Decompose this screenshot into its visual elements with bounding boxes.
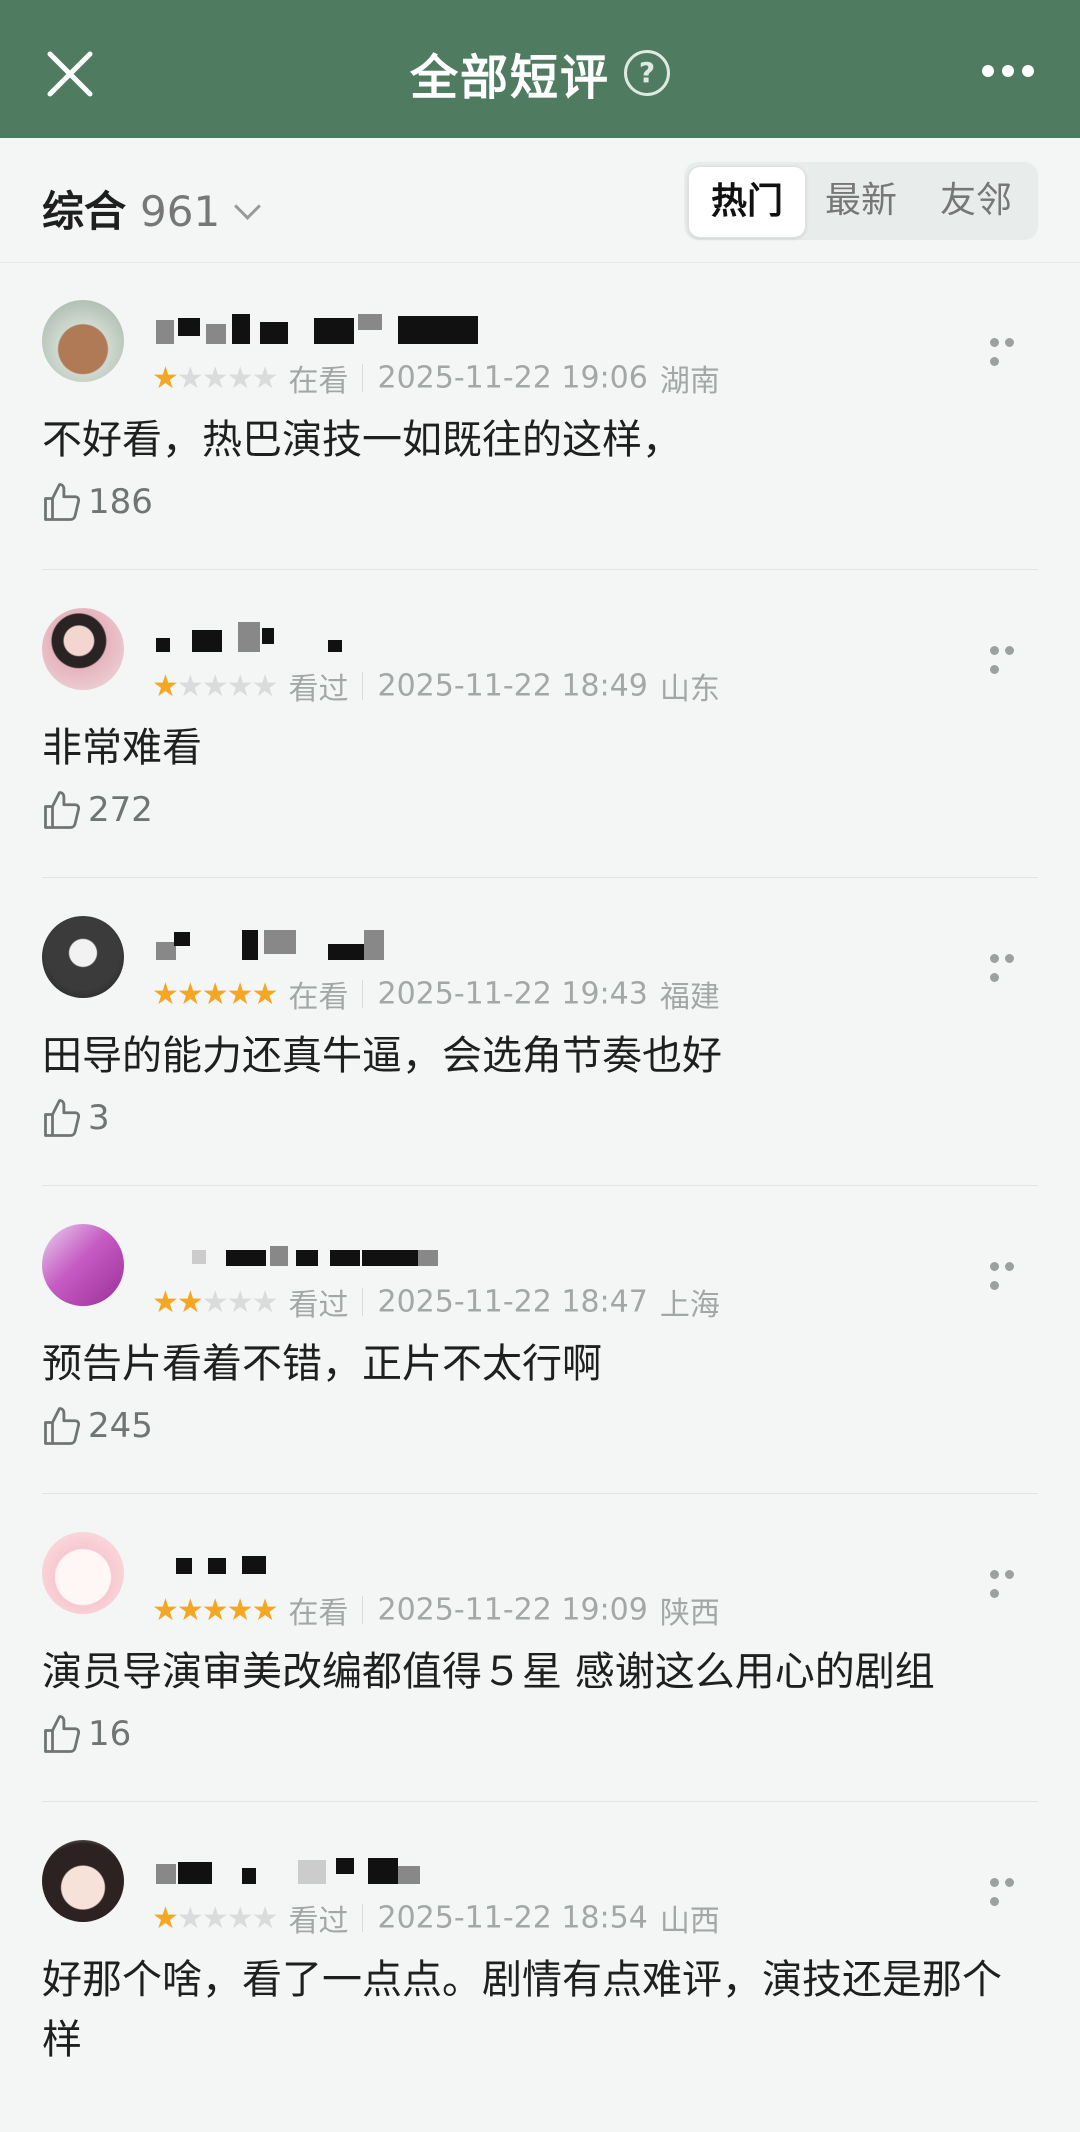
review-item: ★★★★★ 在看 2025-11-22 19:06 湖南 不好看，热巴演技一如既往的这… xyxy=(0,262,1080,570)
review-datetime: 2025-11-22 18:49 xyxy=(377,668,648,704)
rating-stars: ★★★★★ xyxy=(152,668,278,704)
more-icon[interactable] xyxy=(990,948,1034,982)
thumb-up-icon xyxy=(44,1714,81,1753)
like-button[interactable]: 16 xyxy=(42,1712,131,1760)
review-meta: ★★★★★ 在看 2025-11-22 19:43 福建 xyxy=(152,972,720,1016)
rating-stars: ★★★★★ xyxy=(152,1900,278,1936)
review-datetime: 2025-11-22 19:06 xyxy=(377,360,648,396)
like-count: 272 xyxy=(88,789,153,830)
page-title: 全部短评 xyxy=(409,50,610,106)
review-content: 不好看，热巴演技一如既往的这样， xyxy=(42,417,682,463)
review-region: 上海 xyxy=(659,1288,720,1323)
review-item: ★★★★★ 看过 2025-11-22 18:54 山西 好那个啥，看了一点点。剧情有… xyxy=(0,1802,1080,2132)
chevron-down-icon xyxy=(234,193,262,220)
review-content: 非常难看 xyxy=(42,725,202,771)
review-item: ★★★★★ 在看 2025-11-22 19:09 陕西 演员导演审美改编都值得５星 … xyxy=(0,1494,1080,1802)
avatar[interactable] xyxy=(42,1532,124,1614)
review-content: 田导的能力还真牛逼，会选角节奏也好 xyxy=(42,1033,722,1079)
review-item: ★★★★★ 看过 2025-11-22 18:49 山东 非常难看 272 xyxy=(0,570,1080,878)
review-content: 好那个啥，看了一点点。剧情有点难评，演技还是那个样 xyxy=(42,1957,1002,2063)
more-icon[interactable] xyxy=(990,1872,1034,1906)
tab-hot[interactable]: 热门 xyxy=(688,166,806,238)
tab-friends[interactable]: 友邻 xyxy=(918,166,1034,236)
sort-label: 综合 xyxy=(42,187,127,236)
review-count: 961 xyxy=(140,187,221,236)
like-button[interactable]: 272 xyxy=(42,788,153,836)
review-meta: ★★★★★ 在看 2025-11-22 19:06 湖南 xyxy=(152,356,720,400)
username-redacted[interactable] xyxy=(152,1234,492,1270)
username-redacted[interactable] xyxy=(152,1850,492,1886)
review-datetime: 2025-11-22 19:43 xyxy=(377,976,648,1012)
review-datetime: 2025-11-22 19:09 xyxy=(377,1592,648,1628)
review-region: 福建 xyxy=(659,980,720,1015)
avatar[interactable] xyxy=(42,1224,124,1306)
review-meta: ★★★★★ 看过 2025-11-22 18:54 山西 xyxy=(152,1896,720,1940)
thumb-up-icon xyxy=(44,1098,81,1137)
avatar[interactable] xyxy=(42,608,124,690)
like-count: 186 xyxy=(88,481,153,522)
username-redacted[interactable] xyxy=(152,618,492,654)
review-item: ★★★★★ 看过 2025-11-22 18:47 上海 预告片看着不错，正片不太行啊… xyxy=(0,1186,1080,1494)
thumb-up-icon xyxy=(44,482,81,521)
thumb-up-icon xyxy=(44,790,81,829)
review-datetime: 2025-11-22 18:47 xyxy=(377,1284,648,1320)
watch-status: 看过 xyxy=(288,672,349,707)
thumb-up-icon xyxy=(44,1406,81,1445)
like-button[interactable]: 186 xyxy=(42,480,153,528)
rating-stars: ★★★★★ xyxy=(152,1592,278,1628)
review-region: 陕西 xyxy=(659,1596,720,1631)
more-icon[interactable] xyxy=(990,1256,1034,1290)
avatar[interactable] xyxy=(42,916,124,998)
review-region: 湖南 xyxy=(659,364,720,399)
review-region: 山西 xyxy=(659,1904,720,1939)
review-region: 山东 xyxy=(659,672,720,707)
title-wrap: 全部短评? xyxy=(0,38,1080,108)
avatar[interactable] xyxy=(42,300,124,382)
watch-status: 在看 xyxy=(288,1596,349,1631)
question-circle-icon[interactable]: ? xyxy=(624,50,670,96)
filter-bar: 综合 961 热门 最新 友邻 xyxy=(0,138,1080,263)
avatar[interactable] xyxy=(42,1840,124,1922)
review-item: ★★★★★ 在看 2025-11-22 19:43 福建 田导的能力还真牛逼，会选角节… xyxy=(0,878,1080,1186)
username-redacted[interactable] xyxy=(152,1542,492,1578)
like-count: 3 xyxy=(88,1097,110,1138)
watch-status: 在看 xyxy=(288,364,349,399)
rating-stars: ★★★★★ xyxy=(152,360,278,396)
review-list: ★★★★★ 在看 2025-11-22 19:06 湖南 不好看，热巴演技一如既往的这… xyxy=(0,262,1080,2132)
tab-group: 热门 最新 友邻 xyxy=(684,162,1038,240)
like-button[interactable]: 3 xyxy=(42,1096,110,1144)
like-count: 16 xyxy=(88,1713,132,1754)
review-meta: ★★★★★ 看过 2025-11-22 18:49 山东 xyxy=(152,664,720,708)
review-meta: ★★★★★ 看过 2025-11-22 18:47 上海 xyxy=(152,1280,720,1324)
review-content: 演员导演审美改编都值得５星 感谢这么用心的剧组 xyxy=(42,1649,935,1695)
watch-status: 看过 xyxy=(288,1288,349,1323)
more-horizontal-icon[interactable] xyxy=(982,62,1044,82)
tab-latest[interactable]: 最新 xyxy=(803,166,919,236)
rating-stars: ★★★★★ xyxy=(152,1284,278,1320)
review-meta: ★★★★★ 在看 2025-11-22 19:09 陕西 xyxy=(152,1588,720,1632)
watch-status: 在看 xyxy=(288,980,349,1015)
watch-status: 看过 xyxy=(288,1904,349,1939)
more-icon[interactable] xyxy=(990,332,1034,366)
top-bar: 全部短评? xyxy=(0,0,1080,138)
like-count: 245 xyxy=(88,1405,153,1446)
like-button[interactable]: 245 xyxy=(42,1404,153,1452)
username-redacted[interactable] xyxy=(152,926,492,962)
more-icon[interactable] xyxy=(990,1564,1034,1598)
review-content: 预告片看着不错，正片不太行啊 xyxy=(42,1341,602,1387)
rating-stars: ★★★★★ xyxy=(152,976,278,1012)
sort-dropdown[interactable]: 综合 961 xyxy=(42,178,262,239)
username-redacted[interactable] xyxy=(152,310,492,346)
more-icon[interactable] xyxy=(990,640,1034,674)
review-datetime: 2025-11-22 18:54 xyxy=(377,1900,648,1936)
